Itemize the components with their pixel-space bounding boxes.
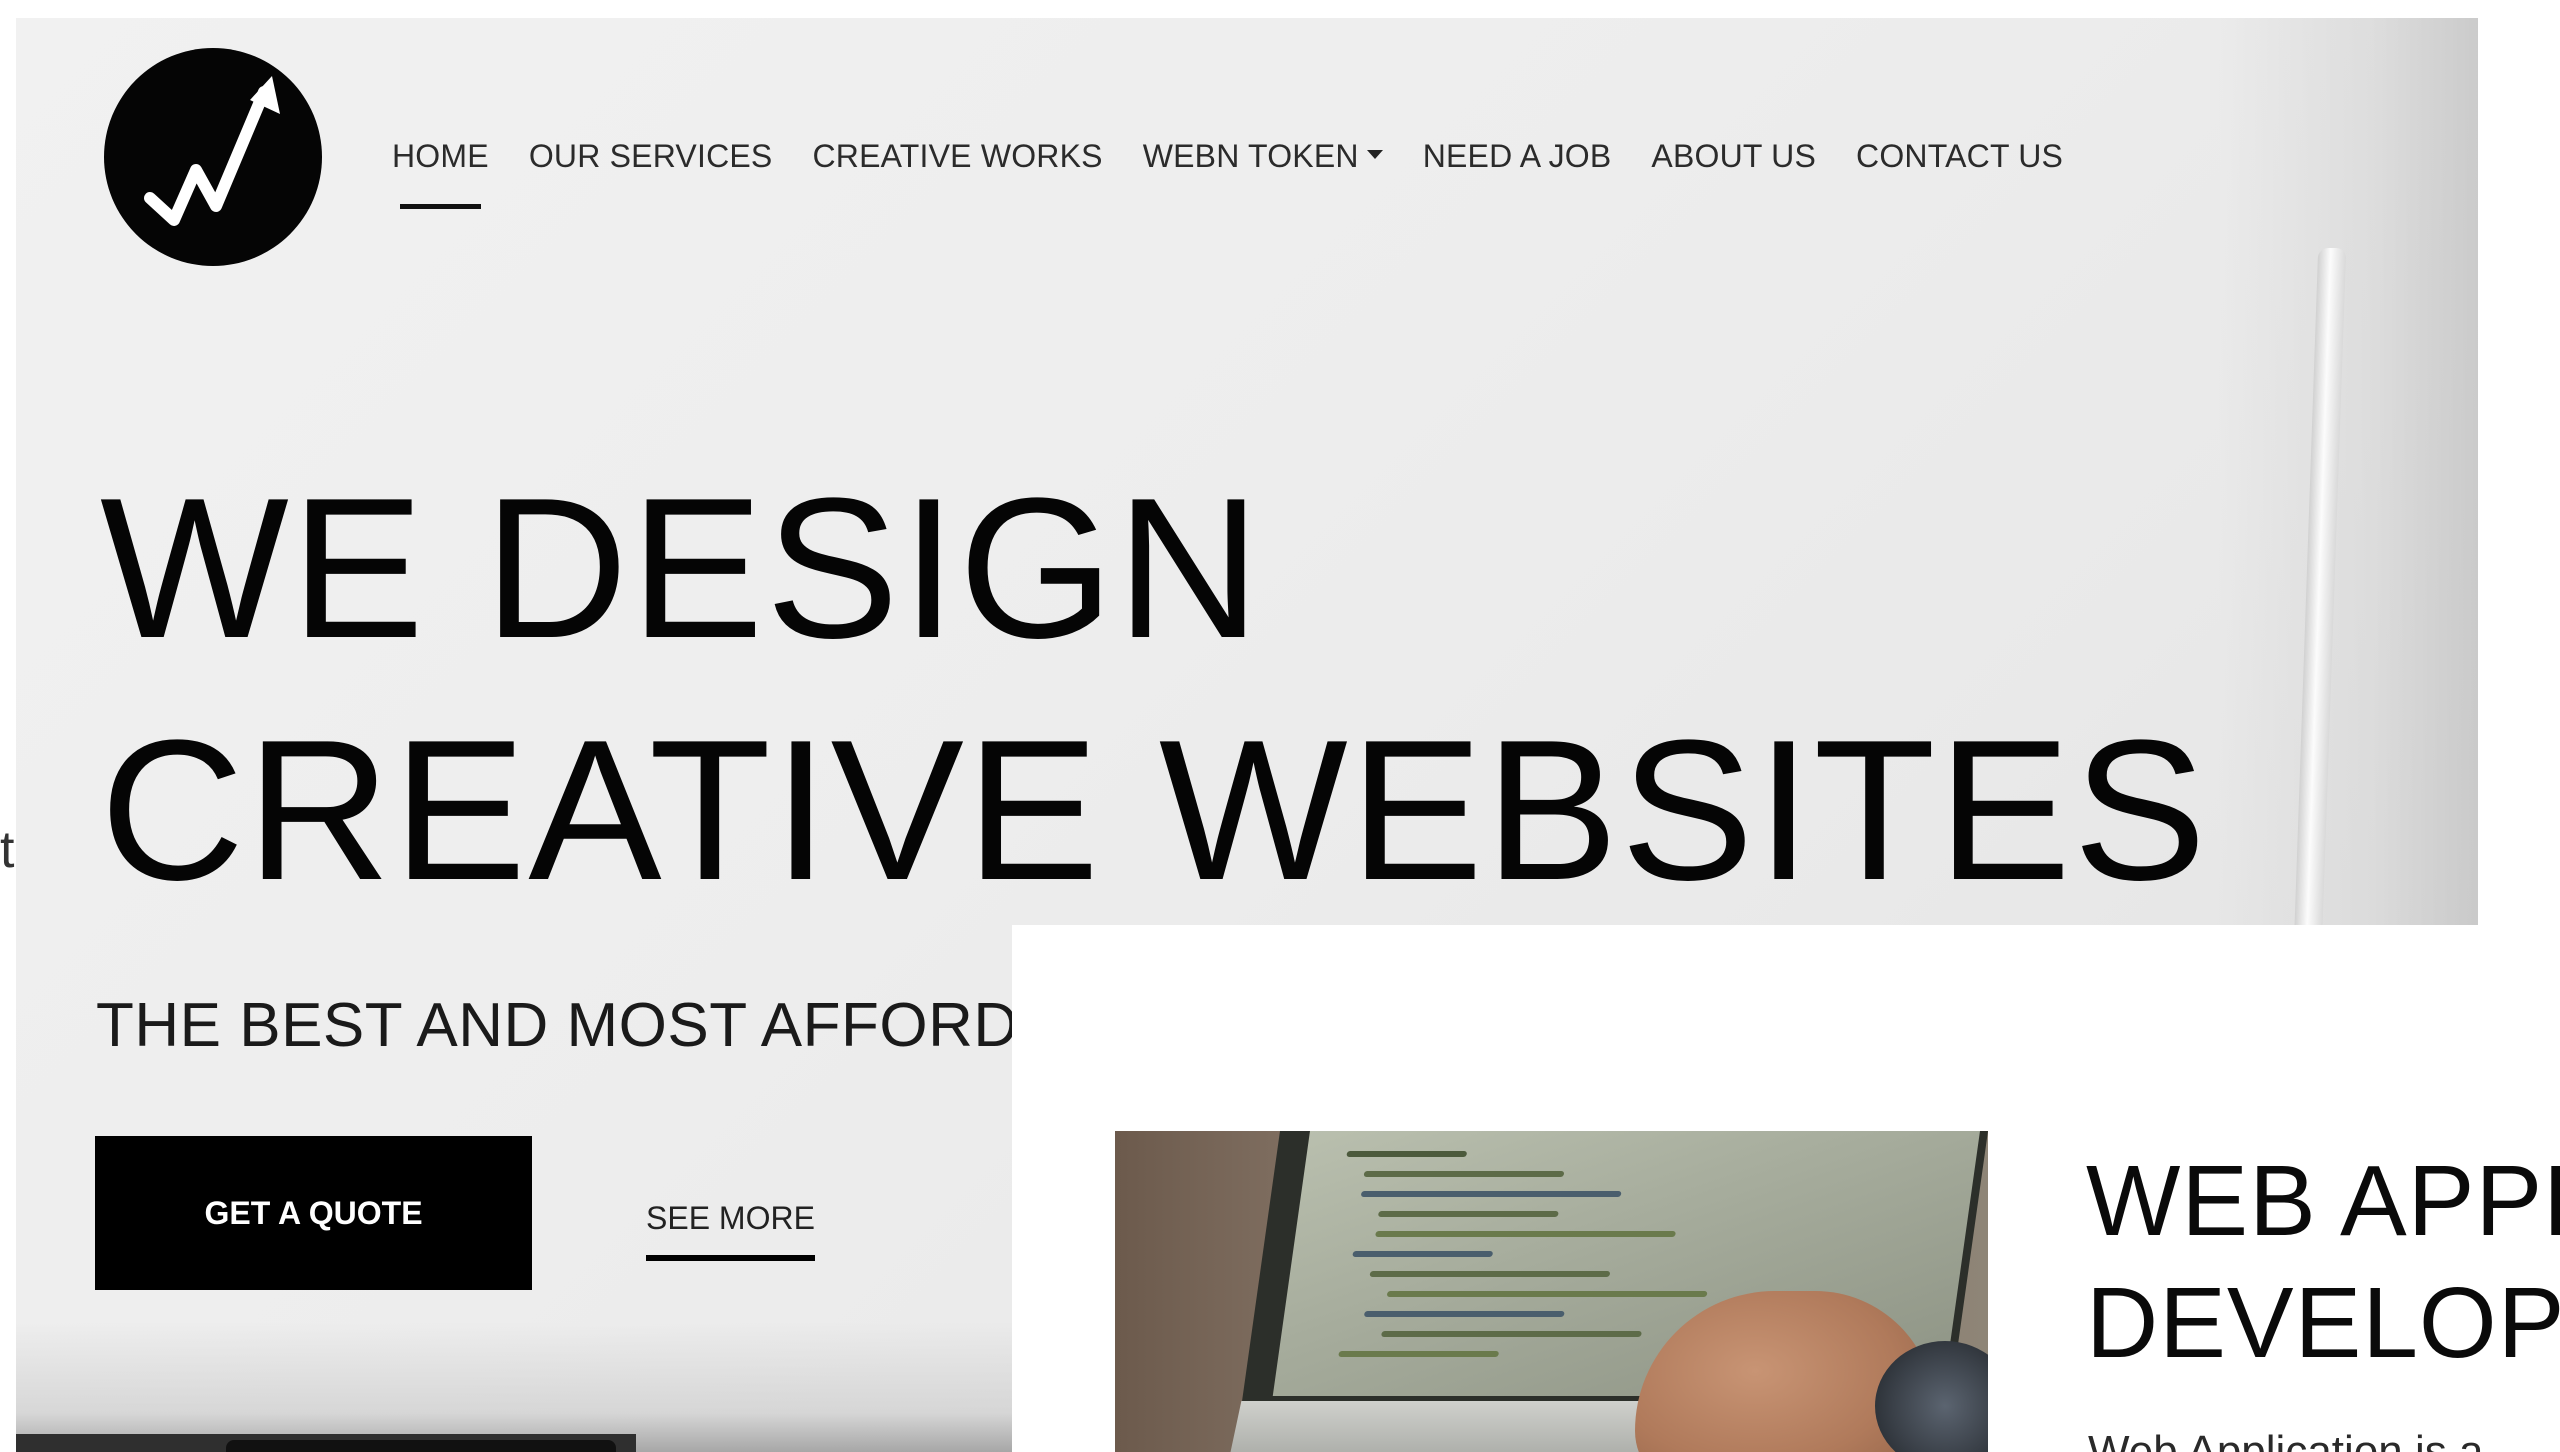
code-line <box>1375 1231 1676 1237</box>
code-line <box>1352 1251 1494 1257</box>
code-line <box>1338 1351 1500 1357</box>
service-card: WEB APPL DEVELOPN Web Application is a <box>1012 925 2560 1452</box>
nav-need-a-job[interactable]: NEED A JOB <box>1423 138 1612 175</box>
see-more-link[interactable]: SEE MORE <box>646 1200 815 1261</box>
nav-contact-us-label: CONTACT US <box>1856 138 2064 174</box>
hero-headline: WE DESIGN CREATIVE WEBSITES <box>100 448 2208 932</box>
nav-home[interactable]: HOME <box>392 138 489 209</box>
hero-headline-line-1: WE DESIGN <box>100 457 1263 680</box>
hero-subline: THE BEST AND MOST AFFORDA <box>96 991 1061 1060</box>
service-card-text: Web Application is a <box>2088 1427 2484 1452</box>
service-card-image <box>1115 1131 1988 1452</box>
nav-creative-works-label: CREATIVE WORKS <box>812 138 1103 174</box>
code-line <box>1360 1191 1622 1197</box>
see-more-label: SEE MORE <box>646 1200 815 1236</box>
main-nav: HOME OUR SERVICES CREATIVE WORKS WEBN TO… <box>392 138 2063 209</box>
nav-webn-token[interactable]: WEBN TOKEN <box>1143 138 1383 175</box>
service-card-title-line-2: DEVELOPN <box>2086 1267 2560 1379</box>
nav-about-us[interactable]: ABOUT US <box>1651 138 1816 175</box>
code-line <box>1363 1171 1565 1177</box>
nav-need-a-job-label: NEED A JOB <box>1422 138 1612 174</box>
site-logo[interactable] <box>104 48 322 266</box>
growth-arrow-logo-icon <box>144 76 280 226</box>
service-card-title-line-1: WEB APPL <box>2086 1145 2560 1257</box>
background-stray-text: t <box>0 821 15 879</box>
service-card-title: WEB APPL DEVELOPN <box>2086 1140 2560 1384</box>
nav-home-label: HOME <box>392 138 489 174</box>
hero-background-device <box>226 1440 616 1452</box>
nav-creative-works[interactable]: CREATIVE WORKS <box>812 138 1102 175</box>
get-a-quote-label: GET A QUOTE <box>204 1194 423 1231</box>
get-a-quote-button[interactable]: GET A QUOTE <box>95 1136 532 1290</box>
caret-down-icon <box>1366 150 1383 160</box>
code-line <box>1386 1291 1708 1297</box>
code-line <box>1369 1271 1611 1277</box>
code-line <box>1363 1311 1565 1317</box>
nav-our-services-label: OUR SERVICES <box>528 138 773 174</box>
hero-headline-line-2: CREATIVE WEBSITES <box>100 699 2209 922</box>
code-line <box>1346 1151 1468 1157</box>
nav-webn-token-label: WEBN TOKEN <box>1142 138 1359 174</box>
nav-about-us-label: ABOUT US <box>1651 138 1817 174</box>
nav-contact-us[interactable]: CONTACT US <box>1856 138 2063 175</box>
page: HOME OUR SERVICES CREATIVE WORKS WEBN TO… <box>0 0 2560 1452</box>
code-line <box>1377 1211 1559 1217</box>
code-line <box>1381 1331 1642 1337</box>
nav-our-services[interactable]: OUR SERVICES <box>529 138 773 175</box>
